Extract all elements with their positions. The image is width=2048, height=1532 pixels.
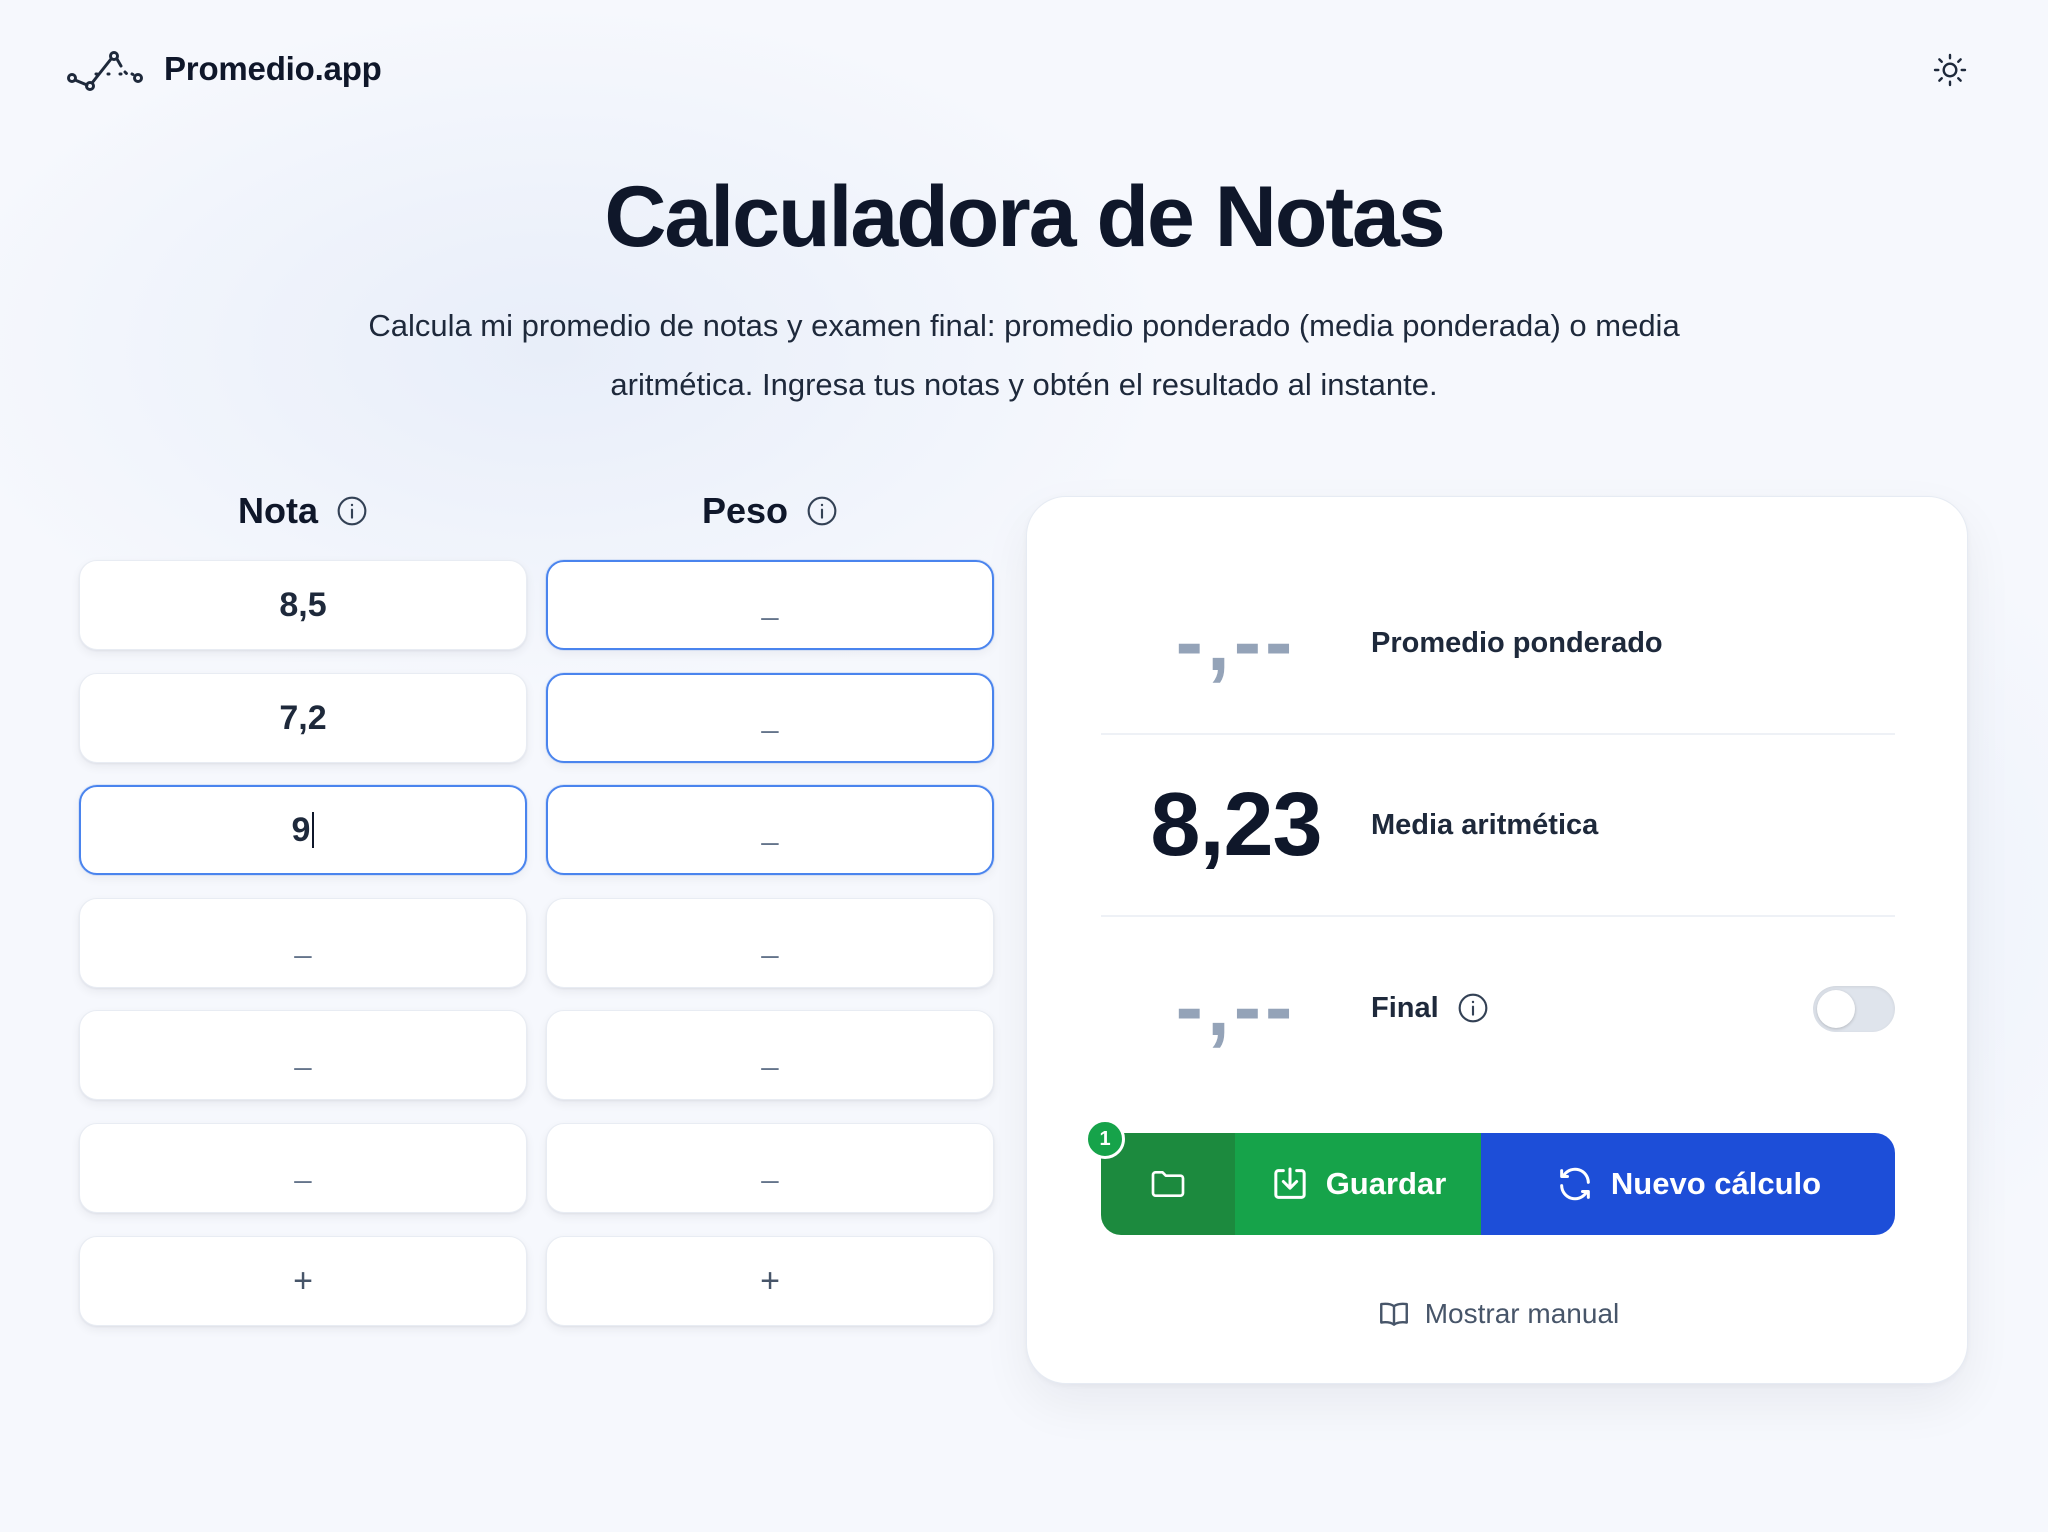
show-manual-label: Mostrar manual bbox=[1424, 1298, 1620, 1329]
final-row: -,-- Final bbox=[1101, 917, 1895, 1099]
info-icon[interactable] bbox=[806, 495, 838, 527]
final-toggle-switch[interactable] bbox=[1813, 986, 1895, 1032]
new-calculation-label: Nuevo cálculo bbox=[1610, 1166, 1822, 1201]
peso-input[interactable]: _ bbox=[546, 785, 994, 875]
weighted-average-value: -,-- bbox=[1175, 597, 1297, 688]
peso-input[interactable]: _ bbox=[546, 1010, 994, 1100]
nota-input[interactable]: _ bbox=[79, 1010, 527, 1100]
nota-input[interactable]: 8,5 bbox=[79, 560, 527, 650]
nota-value: 8,5 bbox=[279, 585, 327, 624]
nota-input[interactable]: 7,2 bbox=[79, 673, 527, 763]
peso-column-header: Peso bbox=[546, 490, 994, 532]
nota-placeholder: _ bbox=[294, 1038, 312, 1071]
show-manual-link[interactable]: Mostrar manual bbox=[1027, 1297, 1969, 1331]
peso-input[interactable]: _ bbox=[546, 898, 994, 988]
folder-icon bbox=[1151, 1171, 1185, 1197]
save-label: Guardar bbox=[1325, 1166, 1447, 1201]
line-chart-icon bbox=[67, 51, 143, 91]
plus-icon: + bbox=[293, 1261, 313, 1300]
arithmetic-mean-value: 8,23 bbox=[1150, 774, 1322, 875]
save-button[interactable]: Guardar bbox=[1235, 1133, 1481, 1235]
action-button-group: Guardar Nuevo cálculo bbox=[1101, 1133, 1895, 1235]
peso-input[interactable]: _ bbox=[546, 560, 994, 650]
peso-input[interactable]: _ bbox=[546, 673, 994, 763]
peso-placeholder: _ bbox=[761, 701, 779, 734]
info-icon[interactable] bbox=[336, 495, 368, 527]
nota-input[interactable]: _ bbox=[79, 1123, 527, 1213]
nota-value: 9 bbox=[291, 810, 311, 849]
nota-column-header: Nota bbox=[79, 490, 527, 532]
download-icon bbox=[1274, 1167, 1306, 1199]
nota-placeholder: _ bbox=[294, 1151, 312, 1184]
info-icon[interactable] bbox=[1457, 992, 1489, 1024]
nota-placeholder: _ bbox=[294, 926, 312, 959]
nota-label: Nota bbox=[238, 490, 318, 531]
arithmetic-mean-row: 8,23 Media aritmética bbox=[1101, 735, 1895, 917]
results-card: -,-- Promedio ponderado 8,23 Media aritm… bbox=[1026, 496, 1968, 1384]
final-label: Final bbox=[1371, 992, 1489, 1025]
brand-name: Promedio.app bbox=[164, 50, 382, 87]
peso-placeholder: _ bbox=[761, 1151, 779, 1184]
book-icon bbox=[1379, 1302, 1408, 1326]
page-subtitle: Calcula mi promedio de notas y examen fi… bbox=[368, 308, 1680, 402]
peso-input[interactable]: _ bbox=[546, 1123, 994, 1213]
nota-input[interactable]: 9 bbox=[79, 785, 527, 875]
peso-label: Peso bbox=[701, 490, 789, 531]
nota-input[interactable]: _ bbox=[79, 898, 527, 988]
sun-icon bbox=[1933, 53, 1967, 87]
peso-placeholder: _ bbox=[761, 1038, 779, 1071]
peso-placeholder: _ bbox=[761, 813, 779, 846]
peso-placeholder: _ bbox=[761, 588, 779, 621]
weighted-average-row: -,-- Promedio ponderado bbox=[1101, 553, 1895, 735]
theme-toggle-button[interactable] bbox=[1930, 50, 1970, 90]
peso-placeholder: _ bbox=[761, 926, 779, 959]
add-peso-button[interactable]: + bbox=[546, 1236, 994, 1326]
brand[interactable]: Promedio.app bbox=[66, 44, 382, 94]
final-value: -,-- bbox=[1175, 962, 1297, 1053]
saved-count-badge: 1 bbox=[1085, 1119, 1125, 1159]
page-title: Calculadora de Notas bbox=[604, 169, 1445, 265]
arithmetic-mean-label: Media aritmética bbox=[1371, 808, 1599, 841]
plus-icon: + bbox=[760, 1261, 780, 1300]
nota-value: 7,2 bbox=[279, 698, 327, 737]
new-calculation-button[interactable]: Nuevo cálculo bbox=[1481, 1133, 1895, 1235]
toggle-knob bbox=[1817, 990, 1855, 1028]
add-nota-button[interactable]: + bbox=[79, 1236, 527, 1326]
refresh-icon bbox=[1560, 1167, 1590, 1201]
weighted-average-label: Promedio ponderado bbox=[1371, 626, 1663, 659]
text-caret bbox=[312, 812, 315, 848]
